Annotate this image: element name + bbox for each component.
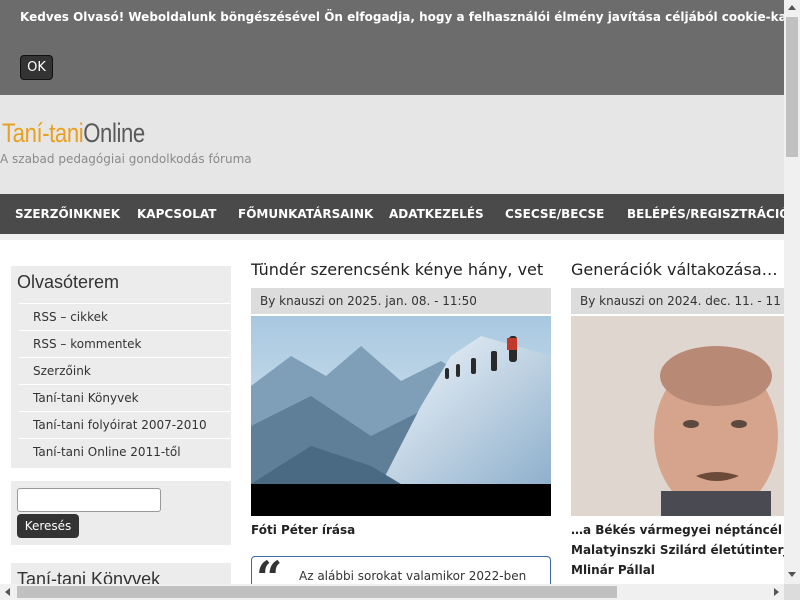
cookie-message: Kedves Olvasó! Weboldalunk böngészésével… [20, 10, 784, 24]
main-nav: SZERZŐINKNEK KAPCSOLAT FŐMUNKATÁRSAINK A… [0, 194, 784, 234]
sidebar-block-books: Taní-tani Könyvek [11, 563, 231, 584]
scroll-up-icon[interactable] [788, 5, 796, 10]
nav-item-fomunkatarsaink[interactable]: FŐMUNKATÁRSAINK [238, 194, 373, 234]
scrollbar-corner [784, 584, 800, 600]
article-1-quote-box: “ Az alábbi sorokat valamikor 2022-ben [251, 551, 551, 584]
nav-item-szerzoinknek[interactable]: SZERZŐINKNEK [15, 194, 120, 234]
page-viewport: Kedves Olvasó! Weboldalunk böngészésével… [0, 0, 784, 584]
horizontal-scrollbar[interactable] [0, 584, 784, 600]
horizontal-scroll-thumb[interactable] [17, 586, 617, 598]
sidebar-link-tani-tani-konyvek[interactable]: Taní-tani Könyvek [19, 384, 231, 410]
scroll-down-icon[interactable] [788, 572, 796, 577]
article-1-subtitle: Fóti Péter írása [251, 523, 356, 537]
nav-item-csecse-becse[interactable]: CSECSE/BECSE [505, 194, 604, 234]
mountain-climbers-image [251, 316, 551, 516]
article-1-meta: By knauszi on 2025. jan. 08. - 11:50 [251, 288, 551, 314]
article-2-image[interactable] [571, 316, 784, 516]
scroll-right-icon[interactable] [774, 588, 779, 596]
cookie-ok-button[interactable]: OK [20, 55, 53, 80]
nav-item-kapcsolat[interactable]: KAPCSOLAT [137, 194, 216, 234]
sidebar-link-folyoirat[interactable]: Taní-tani folyóirat 2007-2010 [19, 411, 231, 437]
article-1-title[interactable]: Tündér szerencsénk kénye hány, vet [251, 260, 551, 279]
scroll-left-icon[interactable] [5, 588, 10, 596]
article-2-subtitle-1: …a Békés vármegyei néptáncél [571, 523, 783, 537]
portrait-photo [571, 316, 784, 516]
sidebar-link-rss-kommentek[interactable]: RSS – kommentek [19, 330, 231, 356]
sidebar-block-title: Olvasóterem [17, 272, 120, 292]
vertical-scrollbar[interactable] [784, 0, 800, 584]
quote-mark-icon: “ [256, 551, 283, 584]
article-2-meta: By knauszi on 2024. dec. 11. - 11 [571, 288, 784, 314]
cookie-banner: Kedves Olvasó! Weboldalunk böngészésével… [0, 0, 784, 95]
sidebar-link-online[interactable]: Taní-tani Online 2011-től [19, 438, 231, 464]
logo-part-2: Online [83, 118, 145, 148]
article-2-title[interactable]: Generációk váltakozása… [571, 260, 784, 279]
search-input[interactable] [17, 488, 161, 512]
sidebar-link-rss-cikkek[interactable]: RSS – cikkek [19, 303, 231, 329]
nav-item-belepes-regisztracio[interactable]: BELÉPÉS/REGISZTRÁCIÓ [627, 194, 784, 234]
site-logo[interactable]: Taní-taniOnline [2, 118, 145, 149]
sidebar-block-olvasoterem: Olvasóterem RSS – cikkek RSS – kommentek… [11, 266, 231, 468]
sidebar-books-title: Taní-tani Könyvek [17, 569, 161, 584]
vertical-scroll-thumb[interactable] [786, 17, 798, 157]
article-2-subtitle-3: Mlinár Pállal [571, 563, 655, 577]
site-slogan: A szabad pedagógiai gondolkodás fóruma [0, 152, 252, 166]
article-1-quote-text: Az alábbi sorokat valamikor 2022-ben [299, 569, 527, 583]
article-1-image[interactable] [251, 316, 551, 516]
search-button[interactable]: Keresés [17, 514, 79, 538]
nav-item-adatkezeles[interactable]: ADATKEZELÉS [389, 194, 484, 234]
logo-part-1: Taní-tani [2, 118, 84, 148]
article-2-subtitle-2: Malatyinszki Szilárd életútinterj [571, 543, 784, 557]
sidebar-link-szerzoink[interactable]: Szerzőink [19, 357, 231, 383]
